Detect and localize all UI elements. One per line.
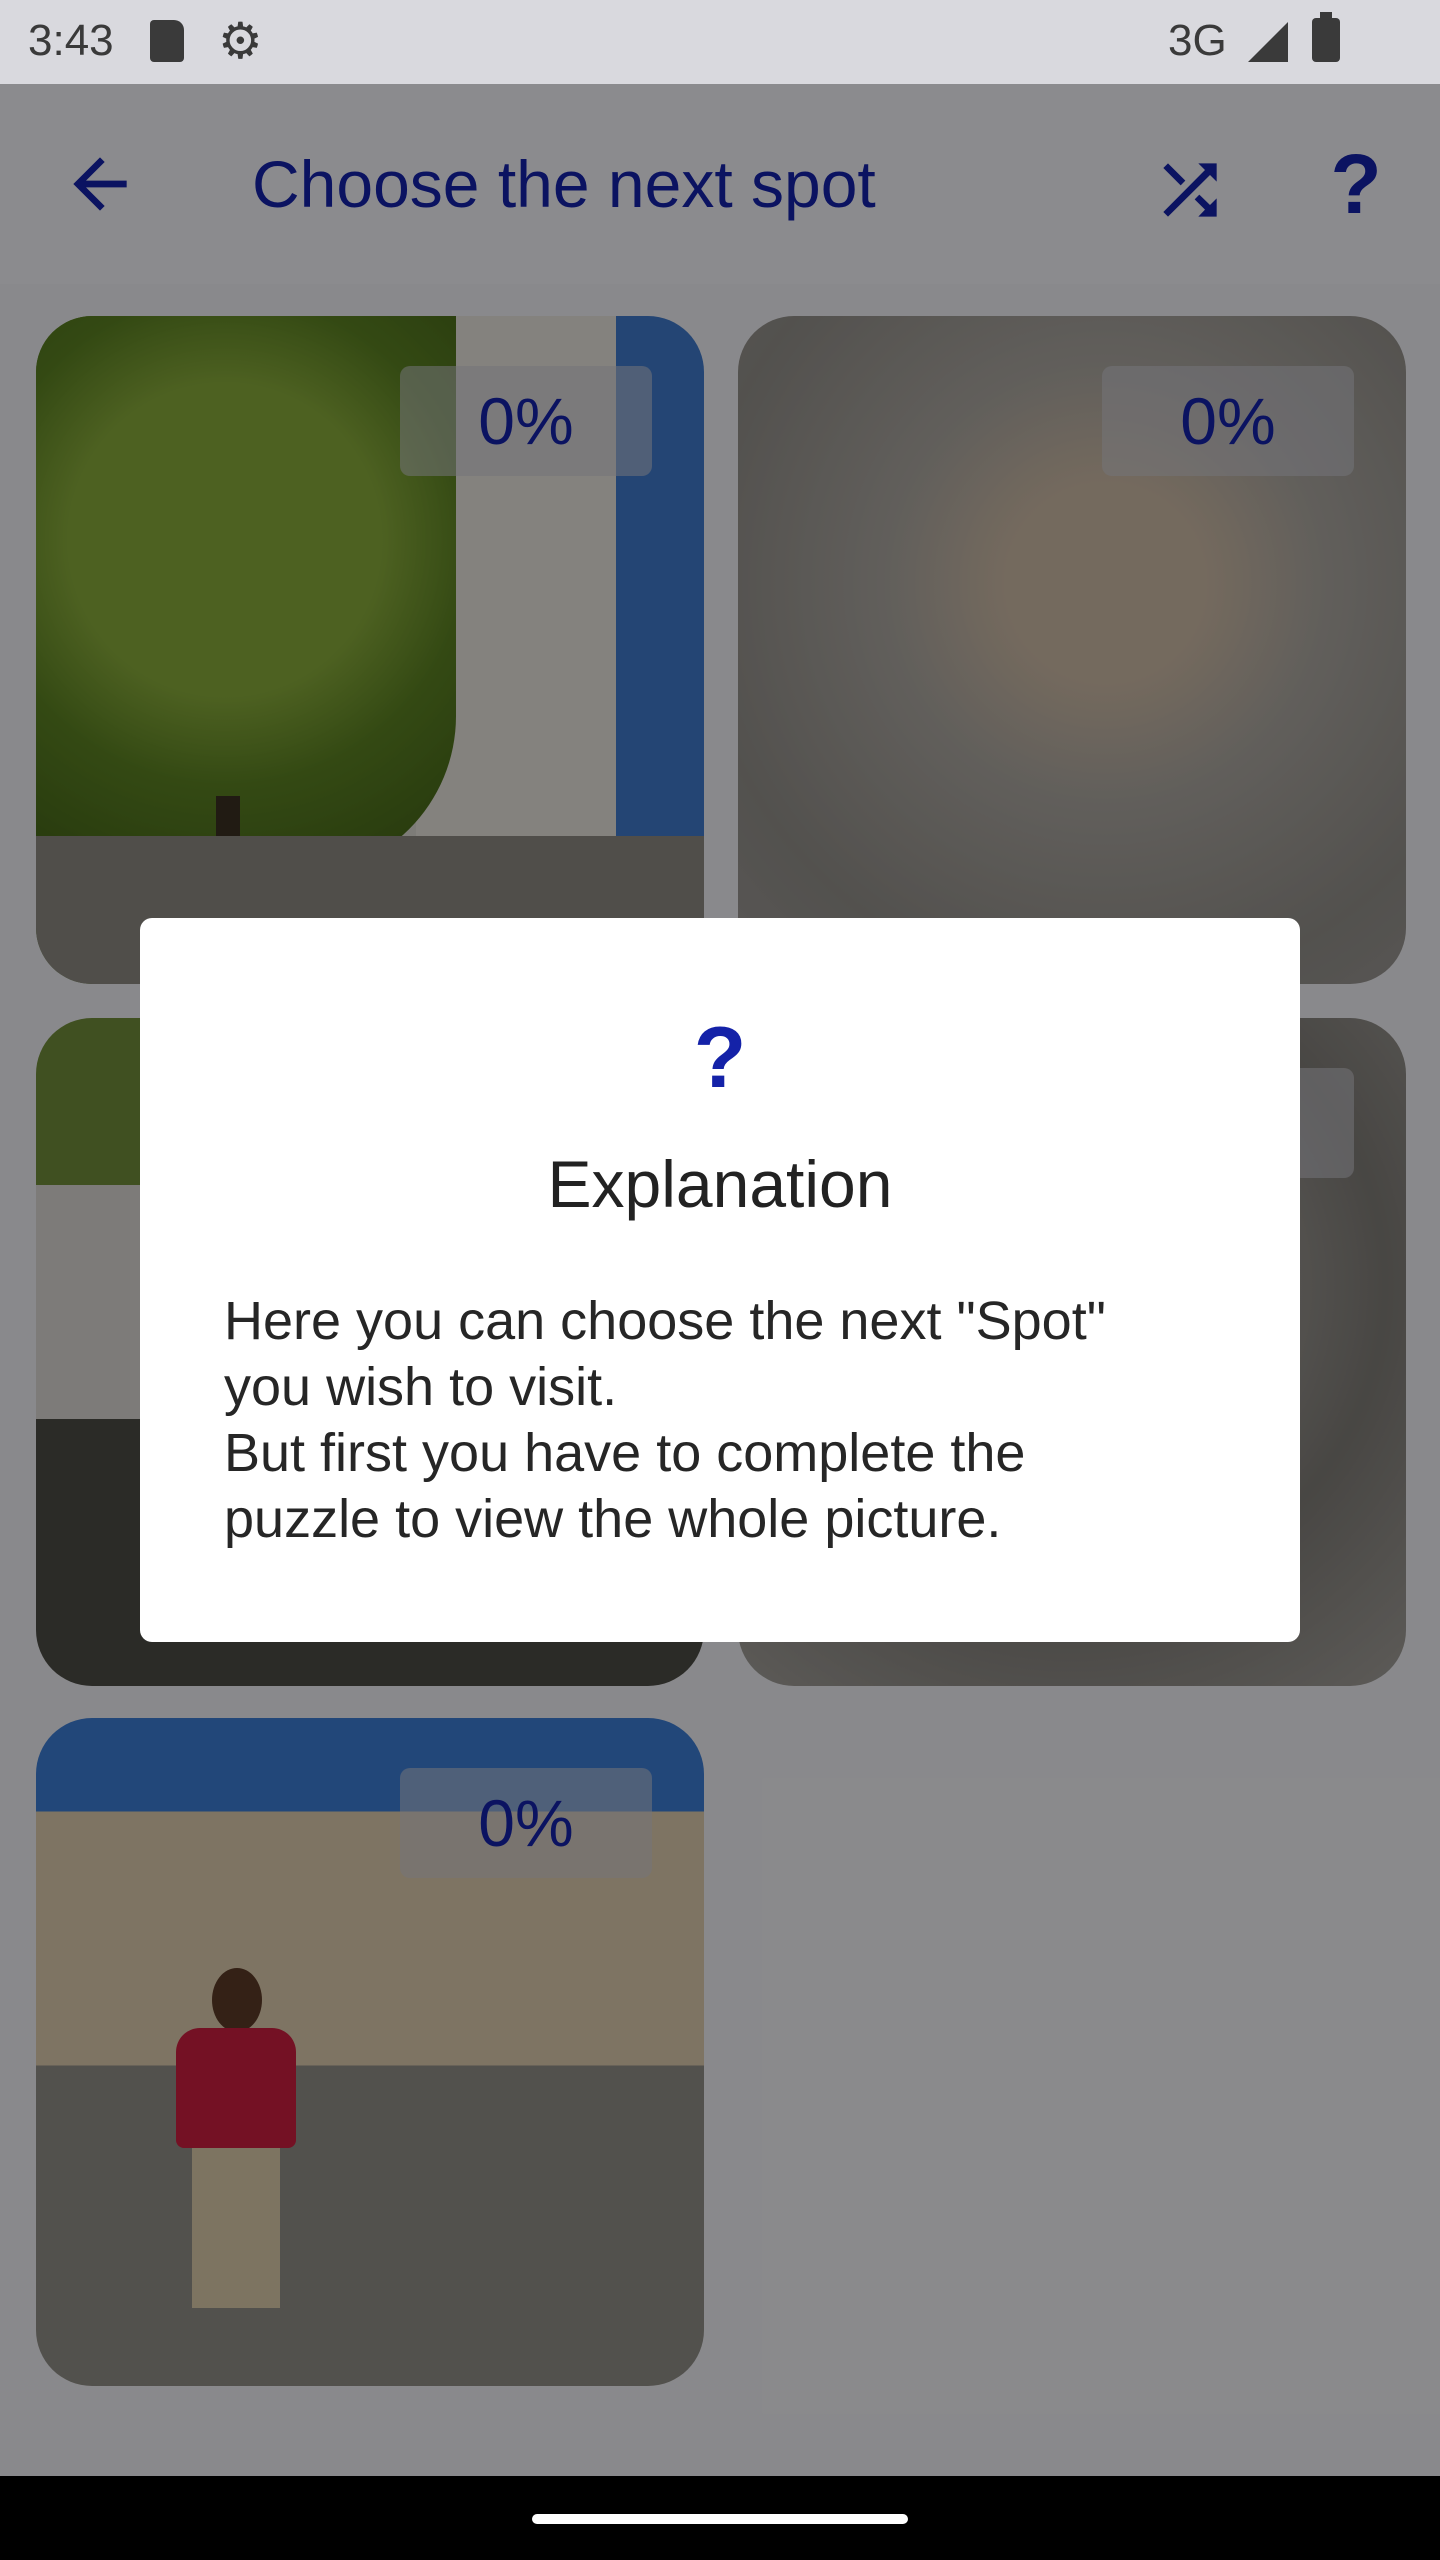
navigation-bar — [0, 2476, 1440, 2560]
signal-icon — [1248, 22, 1288, 62]
sd-card-icon — [150, 20, 184, 62]
explanation-dialog: ? Explanation Here you can choose the ne… — [140, 918, 1300, 1642]
battery-icon — [1312, 12, 1340, 62]
home-gesture-handle[interactable] — [532, 2514, 908, 2524]
gear-icon: ⚙ — [218, 13, 263, 69]
question-icon: ? — [693, 1010, 747, 1106]
status-time: 3:43 — [28, 16, 114, 65]
dialog-title: Explanation — [547, 1147, 893, 1221]
network-type: 3G — [1168, 16, 1227, 65]
status-bar: 3:43 ⚙ 3G — [0, 0, 1440, 84]
dialog-body: Here you can choose the next "Spot" you … — [224, 1291, 1106, 1549]
